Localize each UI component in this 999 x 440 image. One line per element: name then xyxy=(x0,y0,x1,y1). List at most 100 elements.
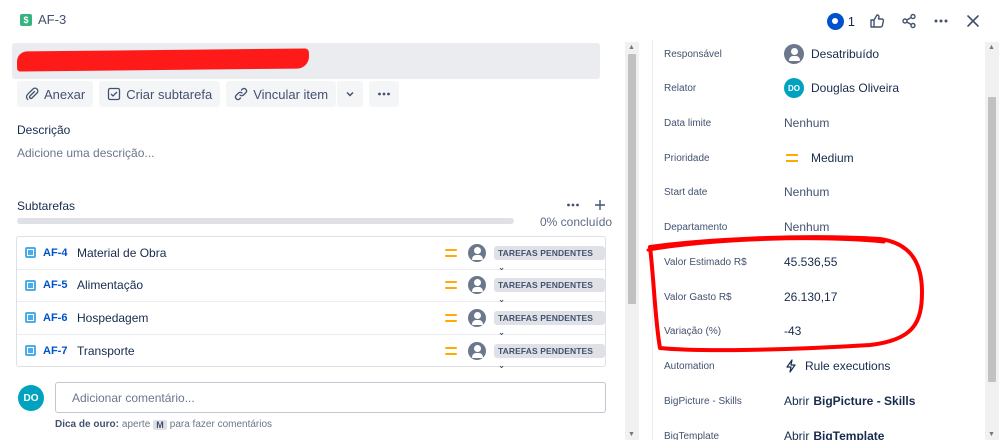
bigpicture-link[interactable]: Abrir BigPicture - Skills xyxy=(784,394,915,408)
subtask-key[interactable]: AF-4 xyxy=(43,247,67,259)
start-date-value[interactable]: Nenhum xyxy=(784,185,829,199)
due-date-value[interactable]: Nenhum xyxy=(784,116,829,130)
field-label: Responsável xyxy=(664,48,722,60)
field-bigtemplate[interactable]: BigTemplate Abrir BigTemplate xyxy=(664,424,984,440)
scrollbar-thumb[interactable] xyxy=(628,54,636,304)
scroll-up-icon[interactable]: ▲ xyxy=(628,44,635,51)
unassigned-avatar-icon[interactable] xyxy=(468,243,486,262)
scroll-down-icon[interactable]: ▼ xyxy=(988,431,995,438)
estimated-value[interactable]: 45.536,55 xyxy=(784,255,837,269)
field-label: Start date xyxy=(664,186,708,198)
reporter-text: Douglas Oliveira xyxy=(811,81,900,95)
watch-button[interactable]: 1 xyxy=(821,8,861,34)
attach-label: Anexar xyxy=(44,86,86,102)
subtask-summary[interactable]: Transporte xyxy=(77,344,135,358)
subtasks-list: AF-4 Material de Obra TAREFAS PENDENTES … xyxy=(16,236,606,370)
status-dropdown[interactable]: TAREFAS PENDENTES ⌄ xyxy=(494,278,605,304)
main-scrollbar[interactable]: ▲ ▼ xyxy=(625,42,639,440)
subtask-row[interactable]: AF-7 Transporte TAREFAS PENDENTES ⌄ xyxy=(17,335,605,370)
field-label: Data limite xyxy=(664,117,712,129)
issue-key[interactable]: AF-3 xyxy=(38,12,66,27)
priority-medium-icon xyxy=(786,154,798,162)
subtask-row[interactable]: AF-6 Hospedagem TAREFAS PENDENTES ⌄ xyxy=(17,302,605,337)
variation-value[interactable]: -43 xyxy=(784,324,801,338)
link-item-button[interactable]: Vincular item xyxy=(226,81,337,107)
subtask-type-icon xyxy=(25,312,36,324)
priority-value[interactable]: Medium xyxy=(784,151,854,165)
more-horizontal-icon xyxy=(567,203,579,207)
subtask-summary[interactable]: Hospedagem xyxy=(77,311,148,325)
field-bigpicture[interactable]: BigPicture - Skills Abrir BigPicture - S… xyxy=(664,389,984,413)
like-button[interactable] xyxy=(861,8,893,34)
subtask-row[interactable]: AF-5 Alimentação TAREFAS PENDENTES ⌄ xyxy=(17,270,605,304)
subtask-key[interactable]: AF-5 xyxy=(43,279,67,291)
subtasks-progress-label: 0% concluído xyxy=(540,215,613,229)
link-dropdown-button[interactable] xyxy=(337,81,364,107)
subtask-row[interactable]: AF-4 Material de Obra TAREFAS PENDENTES … xyxy=(17,237,605,272)
toolbar-more-button[interactable] xyxy=(369,81,400,107)
unassigned-avatar-icon[interactable] xyxy=(468,276,486,295)
automation-value[interactable]: Rule executions xyxy=(784,359,890,373)
link-icon xyxy=(235,87,248,101)
field-label: Departamento xyxy=(664,221,728,233)
status-dropdown[interactable]: TAREFAS PENDENTES ⌄ xyxy=(494,245,605,272)
field-estimated-value[interactable]: Valor Estimado R$ 45.536,55 xyxy=(664,250,984,274)
automation-text: Rule executions xyxy=(805,359,891,373)
field-variation[interactable]: Variação (%) -43 xyxy=(664,319,984,343)
more-horizontal-icon xyxy=(934,19,948,23)
field-automation[interactable]: Automation Rule executions xyxy=(664,354,984,378)
subtasks-progress-bar xyxy=(17,218,514,224)
issue-main: Anexar Criar subtarefa Vincular item Des… xyxy=(0,40,625,440)
bigtemplate-link[interactable]: Abrir BigTemplate xyxy=(784,429,884,440)
scrollbar-thumb[interactable] xyxy=(988,97,996,382)
reporter-value[interactable]: DO Douglas Oliveira xyxy=(784,78,899,98)
lightning-icon xyxy=(786,359,796,373)
field-priority[interactable]: Prioridade Medium xyxy=(664,146,984,170)
subtask-summary[interactable]: Material de Obra xyxy=(77,246,166,260)
subtask-key[interactable]: AF-7 xyxy=(43,345,67,357)
issue-breadcrumb[interactable]: $ AF-3 xyxy=(20,12,66,27)
field-department[interactable]: Departamento Nenhum xyxy=(664,215,984,239)
field-label: BigTemplate xyxy=(664,430,720,440)
scroll-up-icon[interactable]: ▲ xyxy=(988,44,995,51)
story-type-icon: $ xyxy=(20,13,32,26)
unassigned-avatar-icon[interactable] xyxy=(468,341,486,360)
scroll-down-icon[interactable]: ▼ xyxy=(628,431,635,438)
field-due-date[interactable]: Data limite Nenhum xyxy=(664,111,984,135)
subtask-summary[interactable]: Alimentação xyxy=(77,278,143,292)
unassigned-avatar-icon xyxy=(784,44,804,64)
attach-button[interactable]: Anexar xyxy=(17,81,94,107)
details-panel: Responsável Desatribuído Relator DO Doug… xyxy=(640,40,985,440)
eye-icon xyxy=(826,12,844,30)
tip-suffix: para fazer comentários xyxy=(169,419,273,430)
comment-tip: Dica de ouro: aperte M para fazer coment… xyxy=(55,419,272,430)
subtask-key[interactable]: AF-6 xyxy=(43,312,67,324)
create-subtask-button[interactable]: Criar subtarefa xyxy=(99,81,221,107)
field-spent-value[interactable]: Valor Gasto R$ 26.130,17 xyxy=(664,285,984,309)
share-button[interactable] xyxy=(893,8,925,34)
field-reporter[interactable]: Relator DO Douglas Oliveira xyxy=(664,76,984,100)
field-label: Valor Gasto R$ xyxy=(664,291,732,303)
summary-field[interactable] xyxy=(12,43,600,79)
close-button[interactable] xyxy=(957,8,989,34)
close-icon xyxy=(967,15,979,27)
field-start-date[interactable]: Start date Nenhum xyxy=(664,180,984,204)
add-subtask-button[interactable] xyxy=(594,198,606,214)
status-dropdown[interactable]: TAREFAS PENDENTES ⌄ xyxy=(494,310,605,337)
unassigned-avatar-icon[interactable] xyxy=(468,308,486,327)
department-value[interactable]: Nenhum xyxy=(784,220,829,234)
status-dropdown[interactable]: TAREFAS PENDENTES ⌄ xyxy=(494,343,605,370)
status-label: TAREFAS PENDENTES xyxy=(498,247,594,258)
description-field[interactable]: Adicione uma descrição... xyxy=(17,146,154,160)
comment-input[interactable]: Adicionar comentário... xyxy=(55,382,606,413)
field-assignee[interactable]: Responsável Desatribuído xyxy=(664,42,984,66)
assignee-value[interactable]: Desatribuído xyxy=(784,44,879,64)
subtasks-more-button[interactable] xyxy=(566,198,580,214)
field-label: Valor Estimado R$ xyxy=(664,256,747,268)
subtask-type-icon xyxy=(25,345,36,357)
assignee-text: Desatribuído xyxy=(811,47,880,61)
more-actions-button[interactable] xyxy=(925,8,957,34)
field-label: Prioridade xyxy=(664,152,710,164)
spent-value[interactable]: 26.130,17 xyxy=(784,290,837,304)
details-scrollbar[interactable]: ▲ ▼ xyxy=(985,42,999,440)
